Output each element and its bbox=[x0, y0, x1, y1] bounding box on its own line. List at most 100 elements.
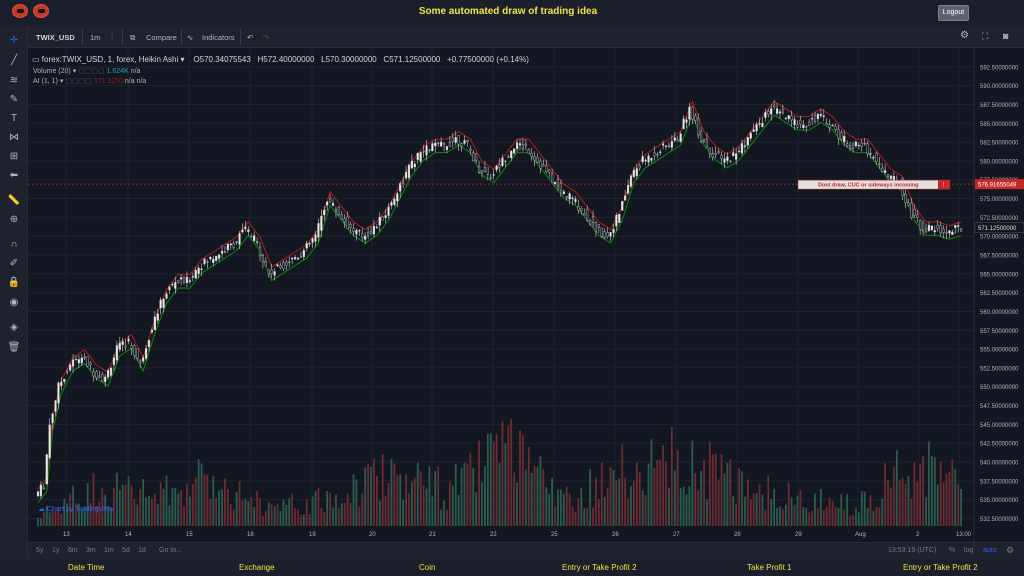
volume-bar bbox=[779, 506, 781, 526]
volume-bar bbox=[738, 468, 740, 526]
volume-label[interactable]: Volume (20) bbox=[33, 68, 71, 75]
candle-body bbox=[118, 342, 121, 350]
indicators-button[interactable]: Indicators bbox=[202, 33, 235, 42]
range-5y[interactable]: 5y bbox=[36, 547, 43, 554]
volume-bar bbox=[411, 482, 413, 526]
volume-bar bbox=[264, 511, 267, 526]
compare-button[interactable]: Compare bbox=[146, 33, 177, 42]
candle-body bbox=[308, 243, 311, 245]
percent-toggle[interactable]: % bbox=[949, 547, 955, 554]
volume-bar bbox=[425, 488, 428, 526]
footer-take-profit-1: Take Profit 1 bbox=[747, 563, 792, 572]
layers-icon[interactable]: ◈ bbox=[7, 321, 21, 333]
redo-icon[interactable]: ↷ bbox=[263, 33, 269, 42]
range-5d[interactable]: 5d bbox=[122, 547, 130, 554]
symbol-search[interactable]: TWIX_USD bbox=[36, 33, 75, 42]
candle-body bbox=[737, 150, 741, 153]
fib-icon[interactable]: ≋ bbox=[7, 74, 21, 86]
settings-icon[interactable]: ⚙ bbox=[960, 30, 969, 41]
candle-body bbox=[930, 225, 933, 230]
utc-clock[interactable]: 13:53:19 (UTC) bbox=[888, 547, 936, 554]
auto-toggle[interactable]: auto bbox=[983, 547, 997, 554]
price-tick-label: 557.50000000 bbox=[980, 329, 1019, 335]
ai-label[interactable]: AI (1, 1) bbox=[33, 78, 58, 85]
crosshair-icon[interactable]: ✛ bbox=[7, 34, 21, 46]
measure-icon[interactable]: ⊞ bbox=[7, 150, 21, 162]
logout-button[interactable]: Logout bbox=[938, 5, 969, 21]
volume-bar bbox=[259, 498, 261, 526]
indicators-icon[interactable]: ∿ bbox=[187, 33, 193, 42]
volume-bar bbox=[945, 473, 948, 526]
volume-bar bbox=[300, 514, 302, 526]
fullscreen-icon[interactable]: ⛶ bbox=[982, 31, 988, 42]
volume-bar bbox=[600, 462, 603, 526]
candle-body bbox=[80, 357, 83, 364]
candle-body bbox=[571, 197, 574, 200]
range-6m[interactable]: 6m bbox=[68, 547, 78, 554]
volume-bar bbox=[752, 493, 755, 526]
trash-icon[interactable]: 🗑 bbox=[7, 341, 21, 353]
chart-settings-icon[interactable]: ⚙ bbox=[1006, 545, 1014, 556]
eye-icon[interactable]: ◉ bbox=[7, 296, 21, 308]
candle-body bbox=[109, 367, 113, 376]
candle-body bbox=[860, 142, 863, 147]
candle-body bbox=[361, 233, 364, 238]
volume-bar bbox=[621, 444, 624, 526]
volume-bar bbox=[510, 418, 513, 526]
zoom-icon[interactable]: ⊕ bbox=[7, 213, 21, 225]
footer: Date Time Exchange Coin Entry or Take Pr… bbox=[0, 559, 1024, 576]
volume-bar bbox=[460, 467, 463, 526]
candle-body bbox=[881, 167, 884, 172]
price-tick-label: 540.00000000 bbox=[980, 461, 1019, 467]
log-toggle[interactable]: log bbox=[964, 547, 973, 554]
volume-bar bbox=[907, 476, 910, 526]
range-3m[interactable]: 3m bbox=[86, 547, 96, 554]
volume-bar bbox=[711, 454, 714, 526]
volume-bar bbox=[694, 473, 697, 526]
interval-button[interactable]: 1m bbox=[90, 33, 100, 42]
volume-bar bbox=[343, 502, 346, 526]
candle-body bbox=[253, 235, 256, 241]
candle-body bbox=[740, 143, 744, 154]
camera-icon[interactable]: ◙ bbox=[1003, 31, 1008, 41]
candle-body bbox=[197, 267, 200, 274]
compare-icon[interactable]: ⧉ bbox=[130, 33, 135, 43]
undo-icon[interactable]: ↶ bbox=[247, 33, 253, 42]
volume-bar bbox=[568, 493, 571, 526]
text-icon[interactable]: T bbox=[7, 112, 21, 124]
chart-type-icon[interactable]: ⫶ bbox=[111, 31, 113, 42]
goto-button[interactable]: Go to... bbox=[159, 547, 182, 554]
candle-body bbox=[480, 170, 484, 174]
price-chart[interactable]: 592.50000000 590.00000000 587.50000000 585.… bbox=[28, 48, 1024, 542]
volume-bar bbox=[890, 487, 892, 526]
volume-bar bbox=[793, 505, 796, 526]
pattern-icon[interactable]: ⋈ bbox=[7, 131, 21, 143]
candle-body bbox=[676, 139, 679, 142]
volume-bar bbox=[504, 443, 507, 526]
volume-bar bbox=[630, 486, 632, 526]
arrow-icon[interactable]: ⬅ bbox=[7, 169, 21, 181]
magnet-icon[interactable]: ∩ bbox=[7, 238, 21, 250]
candle-body bbox=[127, 338, 130, 342]
candle-body bbox=[664, 145, 668, 148]
volume-bar bbox=[662, 444, 664, 526]
volume-bar bbox=[773, 488, 776, 526]
volume-bar bbox=[54, 510, 57, 526]
range-1m[interactable]: 1m bbox=[104, 547, 114, 554]
range-1d[interactable]: 1d bbox=[138, 547, 146, 554]
series-name[interactable]: forex:TWIX_USD, 1, forex, Heikin Ashi bbox=[42, 55, 179, 64]
ai-na-2: n/a bbox=[136, 78, 147, 85]
volume-bar bbox=[446, 510, 448, 526]
trend-line-icon[interactable]: ╱ bbox=[7, 54, 21, 66]
candle-body bbox=[159, 299, 162, 309]
tradingview-watermark[interactable]: ☁ Chart by TradingView bbox=[38, 505, 114, 513]
brush-icon[interactable]: ✎ bbox=[7, 93, 21, 105]
series-collapse-icon[interactable]: ▭ bbox=[32, 55, 40, 64]
volume-bar bbox=[507, 425, 510, 526]
volume-bar bbox=[92, 473, 95, 526]
lock-drawings-icon[interactable]: ✐ bbox=[7, 257, 21, 269]
candle-body bbox=[241, 229, 244, 233]
ruler-icon[interactable]: 📏 bbox=[7, 194, 21, 206]
lock-icon[interactable]: 🔒 bbox=[7, 276, 21, 288]
range-1y[interactable]: 1y bbox=[52, 547, 59, 554]
